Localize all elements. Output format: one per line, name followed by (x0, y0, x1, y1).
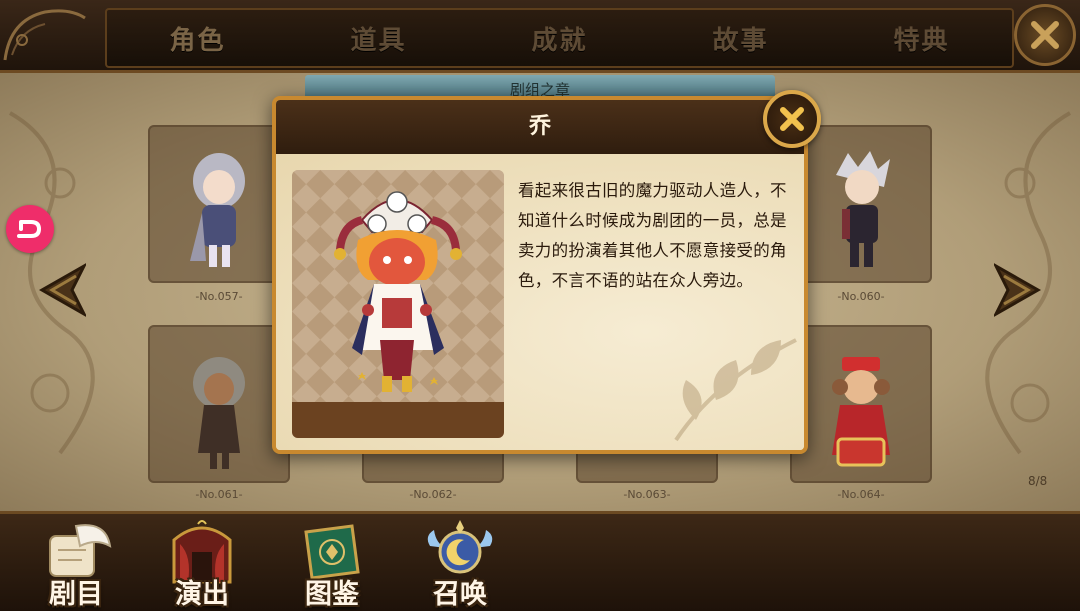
tab-characters[interactable]: 角色 (169, 20, 225, 57)
category-tabs: 角色 道具 成就 故事 特典 (105, 8, 1014, 68)
top-tab-bar: 角色 道具 成就 故事 特典 (0, 0, 1080, 73)
leaf-ornament-icon (674, 338, 797, 442)
card-number: -No.062- (409, 488, 457, 501)
nav-label: 图鉴 (305, 579, 359, 610)
card-number: -No.061- (195, 488, 243, 501)
card-number: -No.060- (837, 290, 885, 303)
close-dialog-button[interactable] (763, 90, 821, 148)
tab-items[interactable]: 道具 (350, 20, 406, 57)
tab-bonus[interactable]: 特典 (893, 20, 949, 57)
dialog-title: 乔 (528, 114, 551, 139)
character-card[interactable] (148, 125, 290, 283)
character-description: 看起来很古旧的魔力驱动人造人，不知道什么时候成为剧团的一员，总是卖力的扮演着其他… (518, 181, 787, 290)
portrait-footer (292, 402, 504, 438)
nav-label: 演出 (175, 579, 229, 610)
character-portrait (190, 153, 245, 267)
nav-label: 召唤 (433, 579, 487, 610)
nav-performance-button[interactable]: 演出 (142, 514, 262, 611)
tab-achievements[interactable]: 成就 (531, 20, 587, 57)
jester-character-illustration (334, 191, 462, 392)
character-card[interactable] (790, 325, 932, 483)
nav-summon-button[interactable]: 召唤 (400, 514, 520, 611)
nav-encyclopedia-button[interactable]: 图鉴 (272, 514, 392, 611)
next-page-arrow-icon[interactable] (994, 262, 1044, 318)
page-indicator: 8/8 (1028, 474, 1048, 488)
card-number: -No.064- (837, 488, 885, 501)
character-portrait (193, 357, 245, 469)
close-icon (780, 107, 804, 131)
tab-stories[interactable]: 故事 (712, 20, 768, 57)
character-card[interactable] (148, 325, 290, 483)
card-number: -No.063- (623, 488, 671, 501)
nav-repertoire-button[interactable]: 剧目 (16, 514, 136, 611)
character-portrait (836, 151, 890, 267)
previous-page-arrow-icon[interactable] (36, 262, 86, 318)
close-icon (1031, 21, 1059, 49)
bottom-navigation-bar: 剧目 演出 图鉴 召唤 (0, 511, 1080, 611)
card-number: -No.057- (195, 290, 243, 303)
character-portrait (832, 357, 890, 467)
floating-assistant-button[interactable] (6, 205, 54, 253)
character-portrait-frame (292, 170, 504, 438)
character-card[interactable] (790, 125, 932, 283)
corner-ornament-icon (3, 9, 86, 61)
character-detail-dialog: 乔 看起来很古旧的魔力驱动人造人，不知道什么时候成为剧团的一员，总是卖力的扮演着… (272, 96, 808, 454)
app-logo-icon (17, 220, 42, 238)
close-screen-button[interactable] (1014, 4, 1076, 66)
nav-label: 剧目 (49, 579, 103, 610)
